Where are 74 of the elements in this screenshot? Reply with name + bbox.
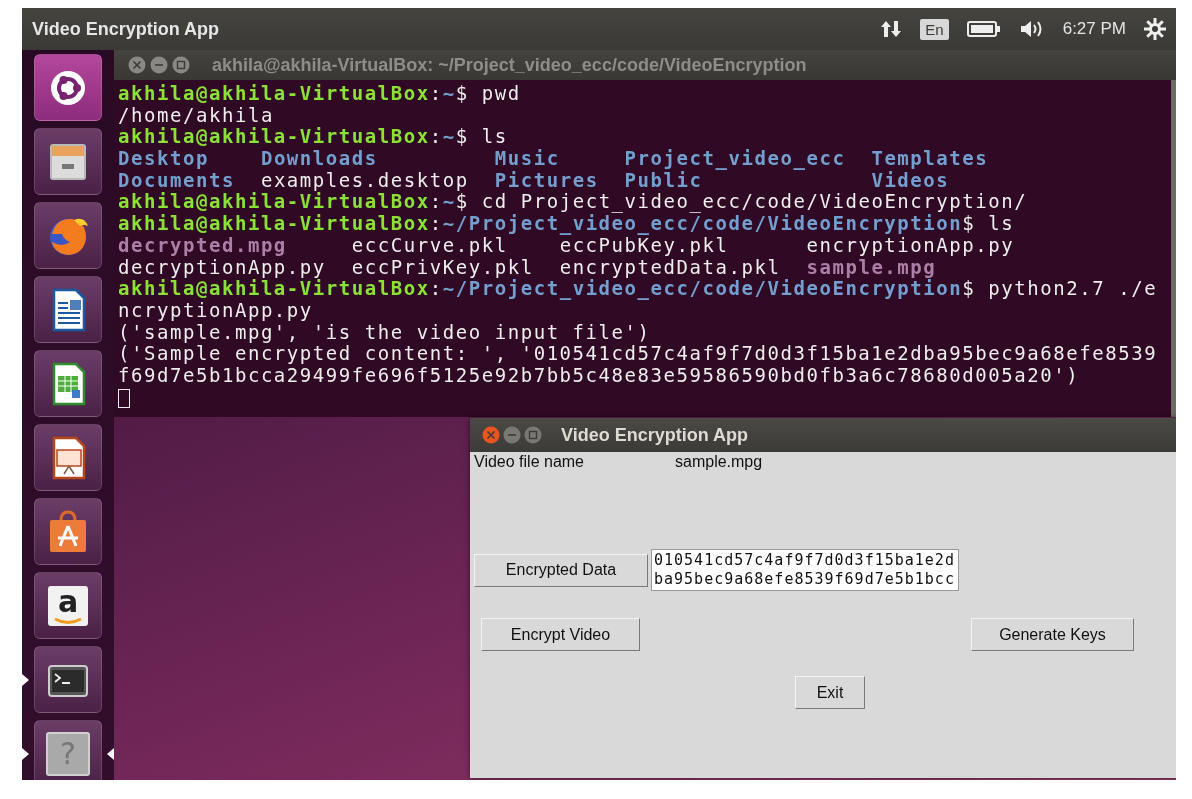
terminal-text: Music — [494, 147, 561, 170]
launcher-item[interactable] — [34, 350, 102, 417]
gear-icon[interactable] — [1144, 18, 1166, 40]
battery-icon[interactable] — [966, 20, 1001, 38]
terminal-text: akhila@akhila-VirtualBox — [118, 277, 430, 300]
generate-keys-button[interactable]: Generate Keys — [971, 618, 1134, 651]
terminal-text: akhila@akhila-VirtualBox — [118, 190, 430, 213]
terminal-text: eccPrivKey.pkl — [351, 255, 535, 278]
terminal-text: ~ — [442, 190, 456, 213]
terminal-text: Pictures — [494, 168, 600, 191]
terminal-text: Templates — [871, 147, 989, 170]
terminal-text: decrypted.mpg — [118, 233, 288, 256]
terminal-text: /home/akhila — [118, 103, 274, 126]
terminal-text: ncryptionApp.py — [118, 298, 313, 321]
terminal-text: $ python2.7 ./e — [962, 277, 1158, 300]
encrypted-data-field[interactable]: 010541cd57c4af9f7d0d3f15ba1e2d ba95bec9a68efe8539f69d7e5b1bcc — [651, 549, 959, 591]
terminal-text: : — [429, 125, 443, 148]
minimize-icon[interactable] — [503, 426, 521, 444]
terminal-text: Desktop — [118, 147, 210, 170]
terminal-text: ('sample.mpg', 'is the video input file') — [118, 320, 651, 343]
keyboard-layout-indicator[interactable]: En — [920, 18, 949, 40]
window-title: Video Encryption App — [561, 424, 748, 446]
launcher-glyph: ? — [60, 738, 76, 769]
app-title: Video Encryption App — [32, 18, 220, 40]
maximize-icon[interactable] — [172, 56, 190, 74]
network-arrows-icon[interactable] — [880, 19, 903, 39]
terminal-text: decryptionApp.py — [118, 255, 327, 278]
terminal-text: ~ — [442, 82, 456, 104]
terminal-text: $ ls — [962, 212, 1015, 235]
terminal-text: Downloads — [260, 147, 379, 170]
terminal-text: f69d7e5b1bcca29499fe696f5125e92b7bb5c48e83e59586590bd0fb3a6c78680d005a20') — [118, 363, 1080, 386]
exit-button[interactable]: Exit — [795, 676, 865, 709]
launcher-item[interactable] — [34, 646, 102, 713]
terminal-text: : — [429, 277, 443, 300]
terminal-text: ('Sample encrypted content: ', '010541cd57c4af9f7d0d3f15ba1e2dba95bec9a68efe8539 — [118, 342, 1158, 365]
encrypted-data-button[interactable]: Encrypted Data — [474, 553, 648, 587]
launcher-glyph: a — [57, 586, 79, 617]
launcher-item[interactable] — [34, 424, 102, 491]
terminal-text: encryptionApp.py — [806, 233, 1015, 256]
window-title: akhila@akhila-VirtualBox: ~/Project_video_ecc/code/VideoEncryption — [212, 54, 807, 76]
terminal-text: $ cd Project_video_ecc/code/VideoEncryption/ — [455, 190, 1028, 213]
terminal-text: $ ls — [455, 125, 508, 148]
terminal-text: akhila@akhila-VirtualBox — [118, 125, 430, 148]
close-icon[interactable] — [482, 426, 500, 444]
terminal-text: ~/Project_video_ecc/code/VideoEncryption — [442, 212, 963, 235]
encrypt-video-button[interactable]: Encrypt Video — [481, 618, 640, 651]
minimize-icon[interactable] — [150, 56, 168, 74]
terminal-text: Public — [624, 168, 703, 191]
close-icon[interactable] — [128, 56, 146, 74]
launcher-item[interactable] — [34, 128, 102, 195]
terminal-text: sample.mpg — [806, 255, 937, 278]
launcher-item[interactable] — [34, 498, 102, 565]
launcher-item[interactable] — [34, 54, 102, 121]
terminal-text: $ pwd — [455, 82, 521, 104]
field-label: Video file name — [474, 453, 585, 471]
terminal-text: : — [429, 212, 443, 235]
terminal-text: : — [429, 190, 443, 213]
maximize-icon[interactable] — [524, 426, 542, 444]
terminal-text: akhila@akhila-VirtualBox — [118, 82, 430, 104]
terminal-text: ~/Project_video_ecc/code/VideoEncryption — [442, 277, 963, 300]
terminal-text: encryptedData.pkl — [559, 255, 782, 278]
launcher-item[interactable] — [34, 276, 102, 343]
terminal-text: akhila@akhila-VirtualBox — [118, 212, 430, 235]
launcher-item[interactable]: a — [34, 572, 102, 639]
terminal-text: Videos — [871, 168, 950, 191]
terminal-text: Project_video_ecc — [624, 147, 847, 170]
terminal-text: examples.desktop — [260, 168, 470, 191]
cursor-icon — [118, 388, 130, 408]
file-name-value: sample.mpg — [675, 453, 763, 471]
terminal-text: Documents — [118, 168, 236, 191]
clock[interactable]: 6:27 PM — [1062, 19, 1126, 39]
terminal-text: eccCurve.pkl — [351, 233, 508, 256]
terminal-text: : — [429, 82, 443, 104]
terminal-text: ~ — [442, 125, 456, 148]
